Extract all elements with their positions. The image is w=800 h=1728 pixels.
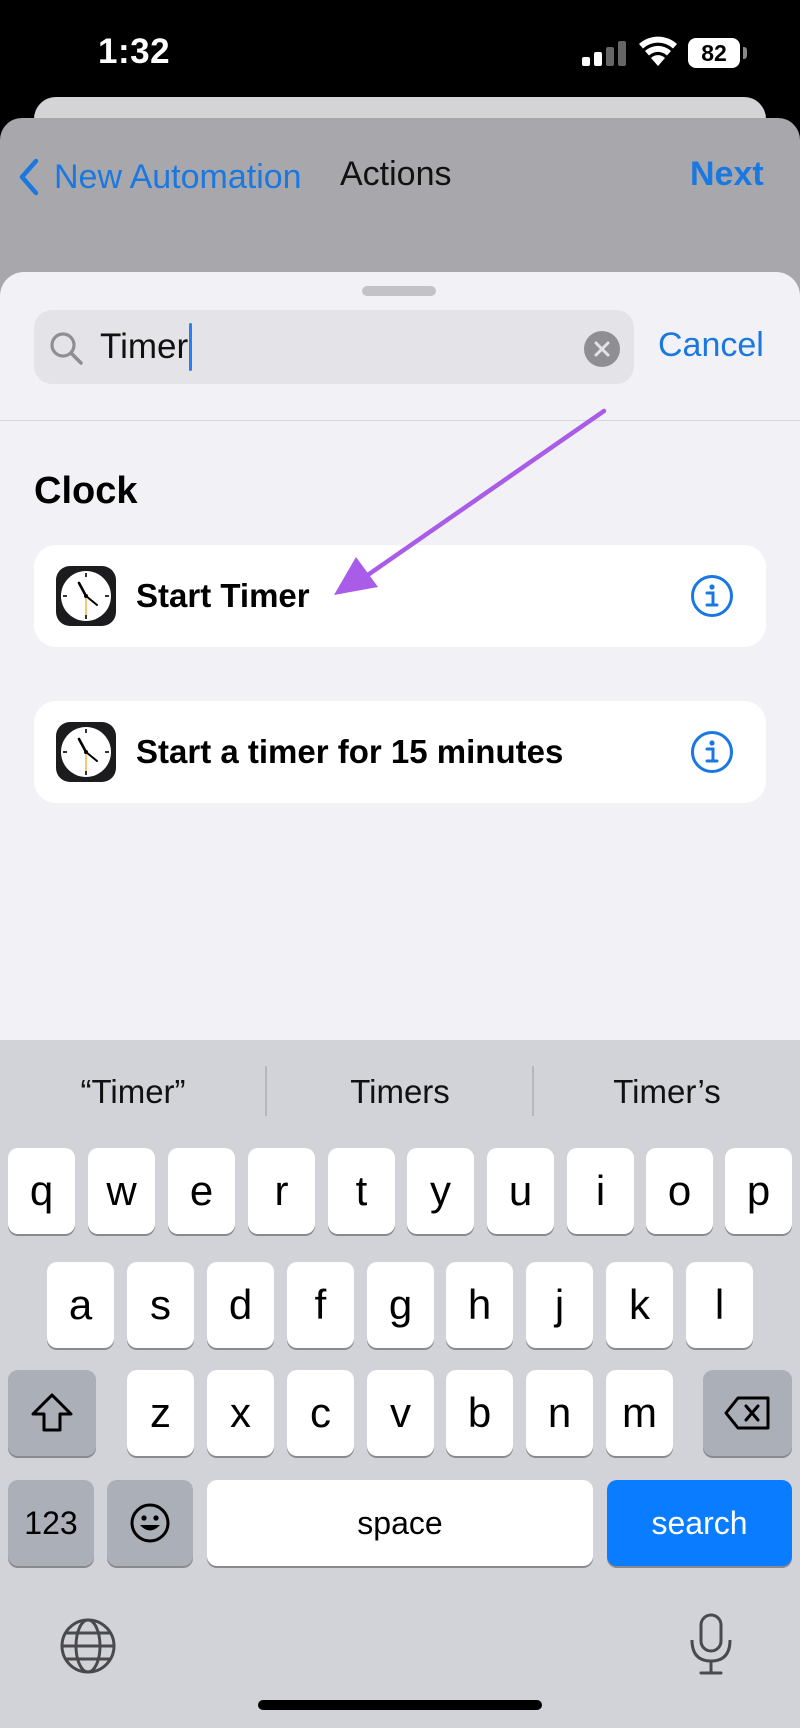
key-z[interactable]: z [127, 1370, 194, 1456]
key-f[interactable]: f [287, 1262, 354, 1348]
emoji-icon [130, 1503, 170, 1543]
action-row-label: Start Timer [136, 577, 310, 614]
delete-key[interactable] [703, 1370, 792, 1456]
suggestion-2[interactable]: Timers [267, 1062, 533, 1122]
search-key[interactable]: search [607, 1480, 792, 1566]
key-o[interactable]: o [646, 1148, 713, 1234]
key-y[interactable]: y [407, 1148, 474, 1234]
close-icon [594, 341, 610, 357]
key-t[interactable]: t [328, 1148, 395, 1234]
key-g[interactable]: g [367, 1262, 434, 1348]
cellular-signal-icon [582, 40, 626, 66]
key-m[interactable]: m [606, 1370, 673, 1456]
emoji-key[interactable] [107, 1480, 193, 1566]
battery-icon: 82 [688, 38, 740, 68]
wifi-icon [638, 36, 678, 68]
numbers-key[interactable]: 123 [8, 1480, 94, 1566]
microphone-icon[interactable] [686, 1612, 736, 1676]
key-j[interactable]: j [526, 1262, 593, 1348]
key-w[interactable]: w [88, 1148, 155, 1234]
key-c[interactable]: c [287, 1370, 354, 1456]
text-caret [189, 323, 193, 371]
page-title: Actions [340, 155, 452, 193]
key-h[interactable]: h [446, 1262, 513, 1348]
key-p[interactable]: p [725, 1148, 792, 1234]
key-d[interactable]: d [207, 1262, 274, 1348]
key-r[interactable]: r [248, 1148, 315, 1234]
info-icon[interactable] [690, 730, 734, 774]
suggestion-3[interactable]: Timer’s [534, 1062, 800, 1122]
home-indicator[interactable] [258, 1700, 542, 1710]
back-button[interactable]: New Automation [18, 152, 302, 202]
annotation-arrow-icon [334, 408, 607, 595]
search-icon [48, 330, 84, 366]
key-v[interactable]: v [367, 1370, 434, 1456]
shift-key[interactable] [8, 1370, 96, 1456]
section-header-clock: Clock [34, 470, 138, 512]
chevron-left-icon [19, 158, 39, 196]
action-row-label: Start a timer for 15 minutes [136, 733, 564, 770]
status-bar: 1:32 82 [0, 0, 800, 112]
key-b[interactable]: b [446, 1370, 513, 1456]
key-q[interactable]: q [8, 1148, 75, 1234]
clock-app-icon [56, 566, 116, 626]
cancel-button[interactable]: Cancel [658, 326, 764, 365]
globe-icon[interactable] [58, 1616, 118, 1676]
key-i[interactable]: i [567, 1148, 634, 1234]
space-key[interactable]: space [207, 1480, 593, 1566]
key-a[interactable]: a [47, 1262, 114, 1348]
search-input-value: Timer [100, 327, 189, 366]
info-icon[interactable] [690, 574, 734, 618]
key-x[interactable]: x [207, 1370, 274, 1456]
backspace-icon [724, 1396, 769, 1430]
clock-app-icon [56, 722, 116, 782]
battery-nub [743, 47, 747, 59]
next-button[interactable]: Next [690, 155, 764, 194]
key-s[interactable]: s [127, 1262, 194, 1348]
suggestion-1[interactable]: “Timer” [0, 1062, 266, 1122]
search-input[interactable]: Timer [100, 323, 193, 371]
sheet-grabber[interactable] [362, 286, 436, 296]
key-k[interactable]: k [606, 1262, 673, 1348]
clear-search-button[interactable] [584, 331, 620, 367]
status-time: 1:32 [98, 32, 171, 71]
shift-icon [31, 1393, 73, 1432]
key-e[interactable]: e [168, 1148, 235, 1234]
key-n[interactable]: n [526, 1370, 593, 1456]
back-button-label: New Automation [54, 157, 302, 196]
key-u[interactable]: u [487, 1148, 554, 1234]
key-l[interactable]: l [686, 1262, 753, 1348]
action-row-start-timer-15-minutes[interactable]: Start a timer for 15 minutes [34, 701, 766, 803]
